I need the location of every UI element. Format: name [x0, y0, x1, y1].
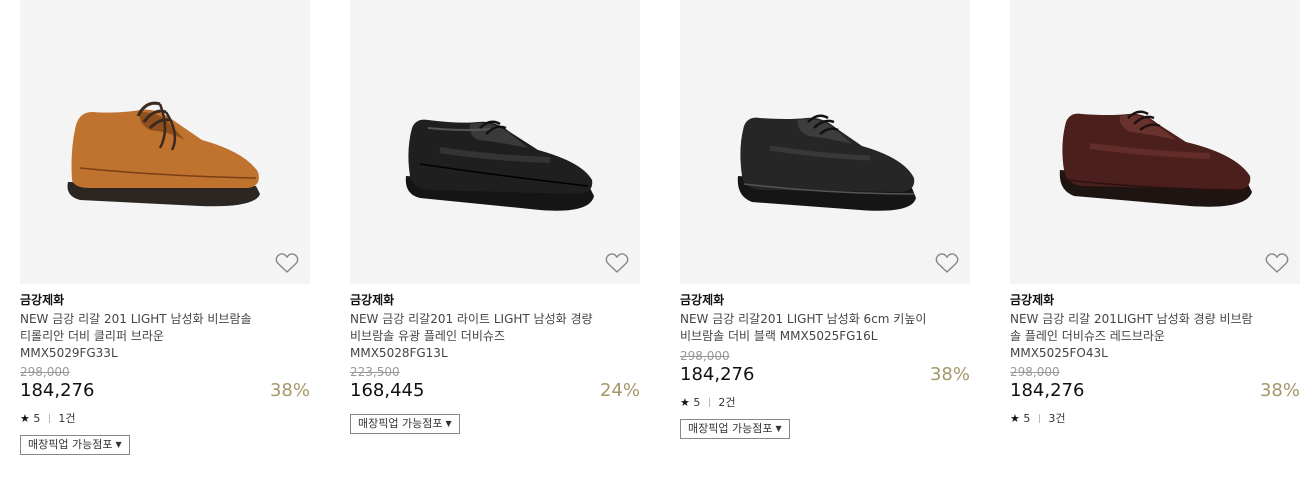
wishlist-heart-icon[interactable]: [604, 250, 630, 276]
store-pickup-label: 매장픽업 가능점포: [28, 438, 113, 451]
product-card[interactable]: 금강제화 NEW 금강 리갈201 라이트 LIGHT 남성화 경량 비브람솔 …: [350, 0, 640, 477]
shoe-image: [67, 101, 260, 207]
rating-value: 5: [33, 412, 41, 425]
product-card[interactable]: 금강제화 NEW 금강 리갈 201LIGHT 남성화 경량 비브람 솔 플레인…: [1010, 0, 1300, 477]
product-name-line: NEW 금강 리갈201 LIGHT 남성화 6cm 키높이: [680, 312, 927, 326]
discount-rate: 38%: [269, 380, 310, 401]
star-icon: ★: [680, 396, 690, 409]
brand-name: 금강제화: [20, 293, 65, 307]
product-name-line: NEW 금강 리갈 201 LIGHT 남성화 비브람솔: [20, 312, 252, 326]
product-image[interactable]: [20, 0, 310, 284]
rating-value: 5: [693, 396, 701, 409]
review-count: 1건: [58, 412, 76, 425]
product-code: MMX5029FG33L: [20, 346, 118, 360]
product-name[interactable]: NEW 금강 리갈 201 LIGHT 남성화 비브람솔 티롤리안 더비 클리퍼…: [20, 311, 265, 345]
brand-name: 금강제화: [680, 293, 725, 307]
rating-value: 5: [1023, 412, 1031, 425]
product-name-line: 티롤리안 더비 클리퍼 브라운: [20, 329, 164, 343]
product-code: MMX5028FG13L: [350, 346, 448, 360]
product-name-line: NEW 금강 리갈 201LIGHT 남성화 경량 비브람: [1010, 312, 1253, 326]
product-name[interactable]: NEW 금강 리갈201 라이트 LIGHT 남성화 경량 비브람솔 유광 플레…: [350, 311, 595, 345]
product-name-line: 비브람솔 더비 블랙 MMX5025FG16L: [680, 329, 878, 343]
original-price: 298,000: [1010, 365, 1060, 379]
product-info: 금강제화 NEW 금강 리갈 201 LIGHT 남성화 비브람솔 티롤리안 더…: [20, 292, 310, 455]
product-info: 금강제화 NEW 금강 리갈201 LIGHT 남성화 6cm 키높이 비브람솔…: [680, 292, 970, 439]
rating-row: ★ 5 3건: [1010, 412, 1300, 426]
brand-name: 금강제화: [1010, 293, 1055, 307]
rating-divider: [708, 398, 710, 407]
store-pickup-label: 매장픽업 가능점포: [358, 417, 443, 430]
product-card[interactable]: 금강제화 NEW 금강 리갈201 LIGHT 남성화 6cm 키높이 비브람솔…: [680, 0, 970, 477]
product-info: 금강제화 NEW 금강 리갈201 라이트 LIGHT 남성화 경량 비브람솔 …: [350, 292, 640, 434]
star-icon: ★: [1010, 412, 1020, 425]
caret-down-icon: ▼: [445, 419, 452, 428]
discount-rate: 24%: [599, 380, 640, 401]
product-code: MMX5025FO43L: [1010, 346, 1108, 360]
product-card[interactable]: 금강제화 NEW 금강 리갈 201 LIGHT 남성화 비브람솔 티롤리안 더…: [20, 0, 310, 477]
product-name-line: 솔 플레인 더비슈즈 레드브라운: [1010, 329, 1165, 343]
product-image[interactable]: [1010, 0, 1300, 284]
sale-price: 184,276: [1010, 380, 1085, 401]
store-pickup-dropdown[interactable]: 매장픽업 가능점포 ▼: [680, 419, 790, 439]
sale-price: 184,276: [20, 380, 95, 401]
product-name-line: 비브람솔 유광 플레인 더비슈즈: [350, 329, 505, 343]
wishlist-heart-icon[interactable]: [934, 250, 960, 276]
sale-price: 184,276: [680, 364, 755, 385]
caret-down-icon: ▼: [775, 424, 782, 433]
product-image[interactable]: [680, 0, 970, 284]
price-row: 184,276 38%: [1010, 380, 1300, 402]
rating-row: ★ 5 2건: [680, 396, 970, 410]
shoe-image: [405, 119, 594, 211]
original-price: 298,000: [680, 349, 730, 363]
rating-row: ★ 5 1건: [20, 412, 310, 426]
review-count: 3건: [1048, 412, 1066, 425]
product-info: 금강제화 NEW 금강 리갈 201LIGHT 남성화 경량 비브람 솔 플레인…: [1010, 292, 1300, 426]
price-row: 184,276 38%: [20, 380, 310, 402]
price-row: 184,276 38%: [680, 364, 970, 386]
store-pickup-label: 매장픽업 가능점포: [688, 422, 773, 435]
store-pickup-dropdown[interactable]: 매장픽업 가능점포 ▼: [350, 414, 460, 434]
discount-rate: 38%: [1259, 380, 1300, 401]
rating-divider: [1038, 414, 1040, 423]
price-row: 168,445 24%: [350, 380, 640, 402]
product-name-line: NEW 금강 리갈201 라이트 LIGHT 남성화 경량: [350, 312, 593, 326]
shoe-image: [737, 114, 916, 211]
product-name[interactable]: NEW 금강 리갈 201LIGHT 남성화 경량 비브람 솔 플레인 더비슈즈…: [1010, 311, 1255, 345]
product-image[interactable]: [350, 0, 640, 284]
wishlist-heart-icon[interactable]: [274, 250, 300, 276]
original-price: 223,500: [350, 365, 400, 379]
discount-rate: 38%: [929, 364, 970, 385]
star-icon: ★: [20, 412, 30, 425]
shoe-image: [1059, 110, 1252, 207]
brand-name: 금강제화: [350, 293, 395, 307]
store-pickup-dropdown[interactable]: 매장픽업 가능점포 ▼: [20, 435, 130, 455]
caret-down-icon: ▼: [115, 440, 122, 449]
review-count: 2건: [718, 396, 736, 409]
original-price: 298,000: [20, 365, 70, 379]
sale-price: 168,445: [350, 380, 425, 401]
product-name[interactable]: NEW 금강 리갈201 LIGHT 남성화 6cm 키높이 비브람솔 더비 블…: [680, 311, 927, 345]
rating-divider: [48, 414, 50, 423]
wishlist-heart-icon[interactable]: [1264, 250, 1290, 276]
product-grid: 금강제화 NEW 금강 리갈 201 LIGHT 남성화 비브람솔 티롤리안 더…: [0, 0, 1310, 477]
